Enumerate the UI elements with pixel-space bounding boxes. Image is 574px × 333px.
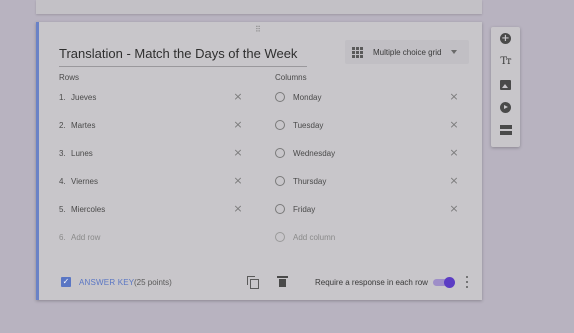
radio-icon [275,204,285,214]
radio-icon [275,232,285,242]
row-number: 1. [59,92,66,102]
column-item[interactable]: Monday [275,90,321,104]
column-label[interactable]: Tuesday [293,121,323,130]
answer-key-check-icon[interactable]: ✓ [61,277,71,287]
row-item[interactable]: 1. Jueves [59,90,96,104]
row-label[interactable]: Jueves [71,93,96,102]
row-label[interactable]: Lunes [71,149,93,158]
add-row-label[interactable]: Add row [71,233,100,242]
add-column[interactable]: Add column [275,230,335,244]
radio-icon [275,92,285,102]
row-item[interactable]: 4. Viernes [59,174,98,188]
close-icon[interactable]: × [233,147,243,158]
column-label[interactable]: Wednesday [293,149,335,158]
close-icon[interactable]: × [233,91,243,102]
question-title-field[interactable]: Translation - Match the Days of the Week [59,44,307,67]
columns-header: Columns [275,73,307,82]
row-item[interactable]: 5. Miercoles [59,202,105,216]
close-icon[interactable]: × [233,203,243,214]
row-number: 6. [59,232,66,242]
column-item[interactable]: Tuesday [275,118,323,132]
column-label[interactable]: Friday [293,205,315,214]
close-icon[interactable]: × [449,175,459,186]
row-number: 2. [59,120,66,130]
add-row[interactable]: 6. Add row [59,230,100,244]
question-type-dropdown[interactable]: Multiple choice grid [345,40,469,64]
require-response-toggle[interactable] [433,277,455,288]
add-circle-icon: + [500,33,511,44]
close-icon[interactable]: × [449,203,459,214]
add-column-label[interactable]: Add column [293,233,335,242]
chevron-down-icon [451,50,458,54]
grid-icon [352,46,363,58]
add-title-button[interactable]: Tт [499,55,512,68]
require-response-label: Require a response in each row [315,278,428,287]
row-label[interactable]: Martes [71,121,95,130]
video-icon [500,102,511,113]
row-number: 3. [59,148,66,158]
add-image-button[interactable] [499,78,512,91]
answer-key-link[interactable]: ANSWER KEY [79,278,134,287]
previous-question-card [36,0,482,14]
row-number: 5. [59,204,66,214]
row-item[interactable]: 3. Lunes [59,146,93,160]
more-options-icon[interactable] [465,276,469,288]
text-title-icon: Tт [500,56,511,67]
add-section-button[interactable] [499,123,512,136]
question-type-label: Multiple choice grid [373,47,442,57]
close-icon[interactable]: × [233,175,243,186]
rows-header: Rows [59,73,80,82]
column-label[interactable]: Monday [293,93,321,102]
close-icon[interactable]: × [449,119,459,130]
column-item[interactable]: Friday [275,202,315,216]
close-icon[interactable]: × [449,91,459,102]
row-number: 4. [59,176,66,186]
row-item[interactable]: 2. Martes [59,118,95,132]
floating-toolbar: + Tт [491,27,520,147]
question-card[interactable]: ⠿ Translation - Match the Days of the We… [36,22,482,300]
row-label[interactable]: Miercoles [71,205,105,214]
column-item[interactable]: Wednesday [275,146,335,160]
add-question-button[interactable]: + [499,32,512,45]
add-video-button[interactable] [499,101,512,114]
delete-icon[interactable] [277,276,288,287]
radio-icon [275,120,285,130]
close-icon[interactable]: × [449,147,459,158]
duplicate-icon[interactable] [247,276,259,289]
radio-icon [275,148,285,158]
row-label[interactable]: Viernes [71,177,98,186]
section-icon [499,124,512,135]
points-label: (25 points) [134,278,172,287]
question-title[interactable]: Translation - Match the Days of the Week [59,44,307,64]
close-icon[interactable]: × [233,119,243,130]
image-icon [500,79,511,90]
column-label[interactable]: Thursday [293,177,326,186]
radio-icon [275,176,285,186]
drag-handle-icon[interactable]: ⠿ [255,25,262,34]
column-item[interactable]: Thursday [275,174,326,188]
